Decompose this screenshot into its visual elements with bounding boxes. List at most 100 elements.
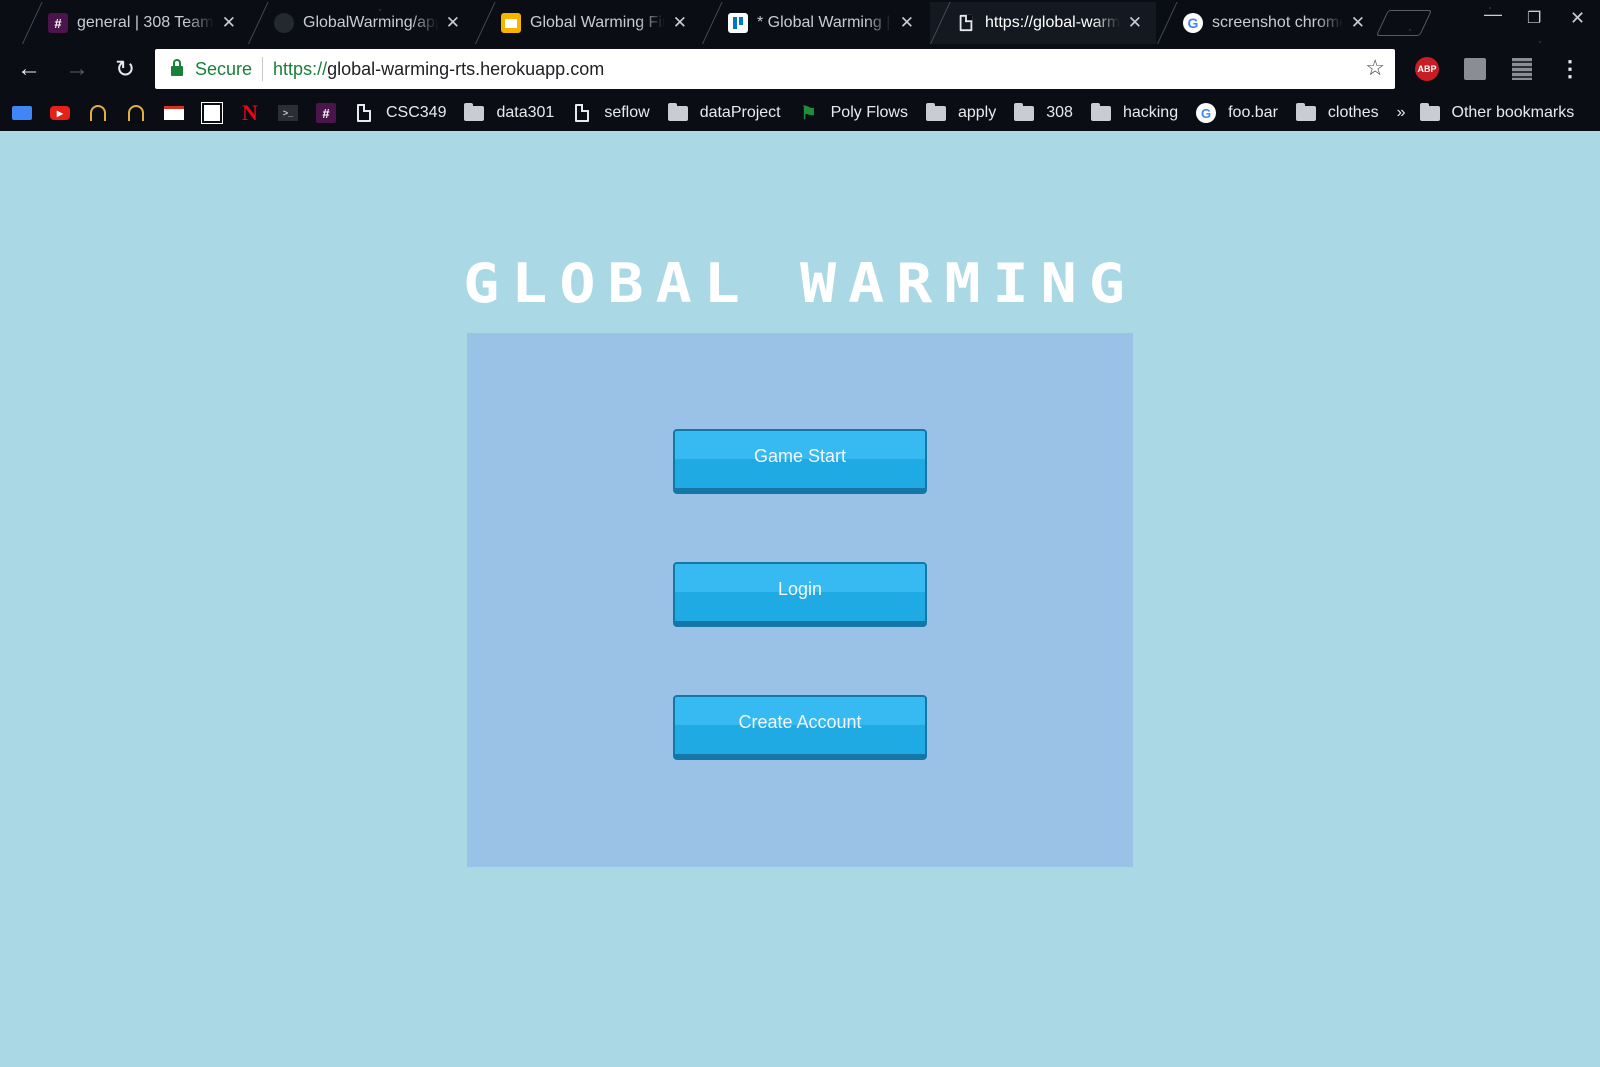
bookmark-label: dataProject bbox=[699, 104, 781, 121]
game-start-button[interactable]: Game Start bbox=[673, 429, 927, 494]
bookmark-folder-dataproject[interactable]: dataProject bbox=[667, 102, 781, 122]
slides-icon bbox=[501, 13, 521, 33]
bookmark-usaa[interactable] bbox=[201, 102, 223, 124]
netflix-icon: N bbox=[242, 100, 258, 125]
divider bbox=[262, 57, 264, 81]
tab-google-search[interactable]: G screenshot chromeb ✕ bbox=[1157, 2, 1379, 44]
bookmark-label: hacking bbox=[1122, 104, 1179, 121]
tab-title: * Global Warming | T bbox=[757, 14, 892, 31]
browser-chrome: # general | 308 Team S ✕ GlobalWarming/a… bbox=[0, 0, 1600, 131]
page-viewport: GLOBAL WARMING Game Start Login Create A… bbox=[0, 131, 1600, 1067]
bookmark-label: clothes bbox=[1327, 104, 1379, 121]
tab-slides[interactable]: Global Warming Fina ✕ bbox=[475, 2, 701, 44]
google-icon: G bbox=[1196, 103, 1217, 123]
bookmark-poly-flows[interactable]: ⚑ Poly Flows bbox=[799, 103, 908, 123]
bookmark-gmail[interactable] bbox=[164, 104, 184, 122]
window-close-icon[interactable]: ✕ bbox=[1570, 8, 1585, 29]
restore-icon[interactable]: ❐ bbox=[1527, 8, 1541, 28]
youtube-icon: ▶ bbox=[50, 104, 70, 122]
tab-trello[interactable]: * Global Warming | T ✕ bbox=[702, 2, 928, 44]
tab-title: https://global-warmi bbox=[985, 14, 1120, 31]
tab-slack[interactable]: # general | 308 Team S ✕ bbox=[22, 2, 250, 44]
bookmark-folder-apply[interactable]: apply bbox=[925, 102, 997, 122]
page-icon bbox=[956, 13, 976, 33]
bookmark-netflix[interactable]: N bbox=[240, 100, 260, 125]
bookmark-slack[interactable]: # bbox=[316, 103, 336, 123]
cal-poly-icon bbox=[88, 104, 108, 122]
close-icon[interactable]: ✕ bbox=[1351, 13, 1365, 33]
url-scheme: https:// bbox=[273, 58, 328, 79]
folder-icon bbox=[1295, 102, 1316, 122]
other-bookmarks-folder[interactable]: Other bookmarks bbox=[1419, 102, 1575, 122]
bookmarks-bar: ▶ N >_ # CSC349 data301 seflow dataProje… bbox=[0, 96, 1600, 130]
close-icon[interactable]: ✕ bbox=[446, 13, 460, 33]
usaa-icon bbox=[201, 102, 223, 124]
bookmark-folder-data301[interactable]: data301 bbox=[464, 102, 555, 122]
lock-icon bbox=[171, 59, 183, 76]
folder-icon bbox=[464, 102, 485, 122]
folder-icon bbox=[1014, 102, 1035, 122]
arrow-right-icon: → bbox=[65, 55, 89, 82]
bookmark-label: Other bookmarks bbox=[1451, 104, 1575, 121]
bookmark-folder-hacking[interactable]: hacking bbox=[1090, 102, 1179, 122]
page-icon bbox=[354, 104, 374, 122]
close-icon[interactable]: ✕ bbox=[1128, 13, 1142, 33]
bookmark-label: Poly Flows bbox=[830, 104, 908, 121]
bookmark-label: CSC349 bbox=[386, 104, 447, 121]
bookmark-youtube[interactable]: ▶ bbox=[50, 104, 70, 122]
adblock-icon: ABP bbox=[1415, 57, 1439, 81]
bookmark-star-icon[interactable]: ☆ bbox=[1365, 55, 1385, 81]
bookmark-cal-poly[interactable] bbox=[126, 104, 146, 122]
reload-button[interactable]: ↻ bbox=[110, 54, 140, 84]
bookmark-seflow[interactable]: seflow bbox=[572, 104, 650, 122]
bookmark-label: apply bbox=[957, 104, 997, 121]
tab-active-game[interactable]: https://global-warmi ✕ bbox=[930, 2, 1156, 44]
film-strip-icon bbox=[1512, 58, 1532, 80]
slack-hash-icon: # bbox=[316, 103, 336, 123]
menu-button[interactable]: ⋮ bbox=[1557, 56, 1583, 82]
bookmark-cal-poly[interactable] bbox=[88, 104, 108, 122]
bookmark-folder-clothes[interactable]: clothes bbox=[1295, 102, 1379, 122]
trello-icon bbox=[728, 13, 748, 33]
minimize-icon[interactable]: — bbox=[1484, 4, 1502, 25]
reload-icon: ↻ bbox=[114, 55, 136, 83]
folder-icon bbox=[925, 102, 946, 122]
bookmark-inbox[interactable] bbox=[12, 104, 32, 122]
close-icon[interactable]: ✕ bbox=[222, 13, 236, 33]
game-title-text: GLOBAL WARMING bbox=[463, 252, 1137, 316]
google-icon: G bbox=[1183, 13, 1203, 33]
more-vert-icon: ⋮ bbox=[1559, 56, 1581, 81]
address-bar[interactable]: Secure https:// global-warming-rts.herok… bbox=[155, 49, 1395, 89]
tab-github[interactable]: GlobalWarming/app ✕ bbox=[248, 2, 474, 44]
button-label: Create Account bbox=[738, 712, 862, 732]
close-icon[interactable]: ✕ bbox=[900, 13, 914, 33]
new-tab-button[interactable] bbox=[1375, 10, 1433, 36]
tab-title: screenshot chromeb bbox=[1212, 14, 1343, 31]
button-label: Game Start bbox=[753, 446, 847, 466]
inbox-icon bbox=[12, 104, 32, 122]
cal-poly-icon bbox=[126, 104, 146, 122]
bookmark-foo-bar[interactable]: Gfoo.bar bbox=[1196, 103, 1278, 123]
gmail-icon bbox=[164, 104, 184, 122]
forward-button[interactable]: → bbox=[62, 54, 92, 84]
terminal-icon: >_ bbox=[278, 104, 298, 122]
chevron-double-right-icon: » bbox=[1396, 104, 1406, 121]
bookmarks-overflow-button[interactable]: » bbox=[1397, 104, 1406, 122]
secure-label: Secure bbox=[195, 58, 253, 79]
close-icon[interactable]: ✕ bbox=[673, 13, 687, 33]
extension-button[interactable] bbox=[1509, 56, 1535, 82]
adblock-plus-extension[interactable]: ABP bbox=[1414, 56, 1440, 82]
page-icon bbox=[572, 104, 592, 122]
bookmark-csc349[interactable]: CSC349 bbox=[354, 104, 446, 122]
menu-panel: Game Start Login Create Account bbox=[467, 333, 1133, 867]
bookmark-label: foo.bar bbox=[1228, 104, 1278, 121]
create-account-button[interactable]: Create Account bbox=[673, 695, 927, 760]
login-button[interactable]: Login bbox=[673, 562, 927, 627]
bookmark-label: data301 bbox=[496, 104, 555, 121]
folder-icon bbox=[1090, 102, 1111, 122]
back-button[interactable]: ← bbox=[14, 54, 44, 84]
folder-icon bbox=[1419, 102, 1440, 122]
bookmark-terminal[interactable]: >_ bbox=[278, 104, 298, 122]
extension-button[interactable] bbox=[1462, 56, 1488, 82]
bookmark-folder-308[interactable]: 308 bbox=[1014, 102, 1073, 122]
